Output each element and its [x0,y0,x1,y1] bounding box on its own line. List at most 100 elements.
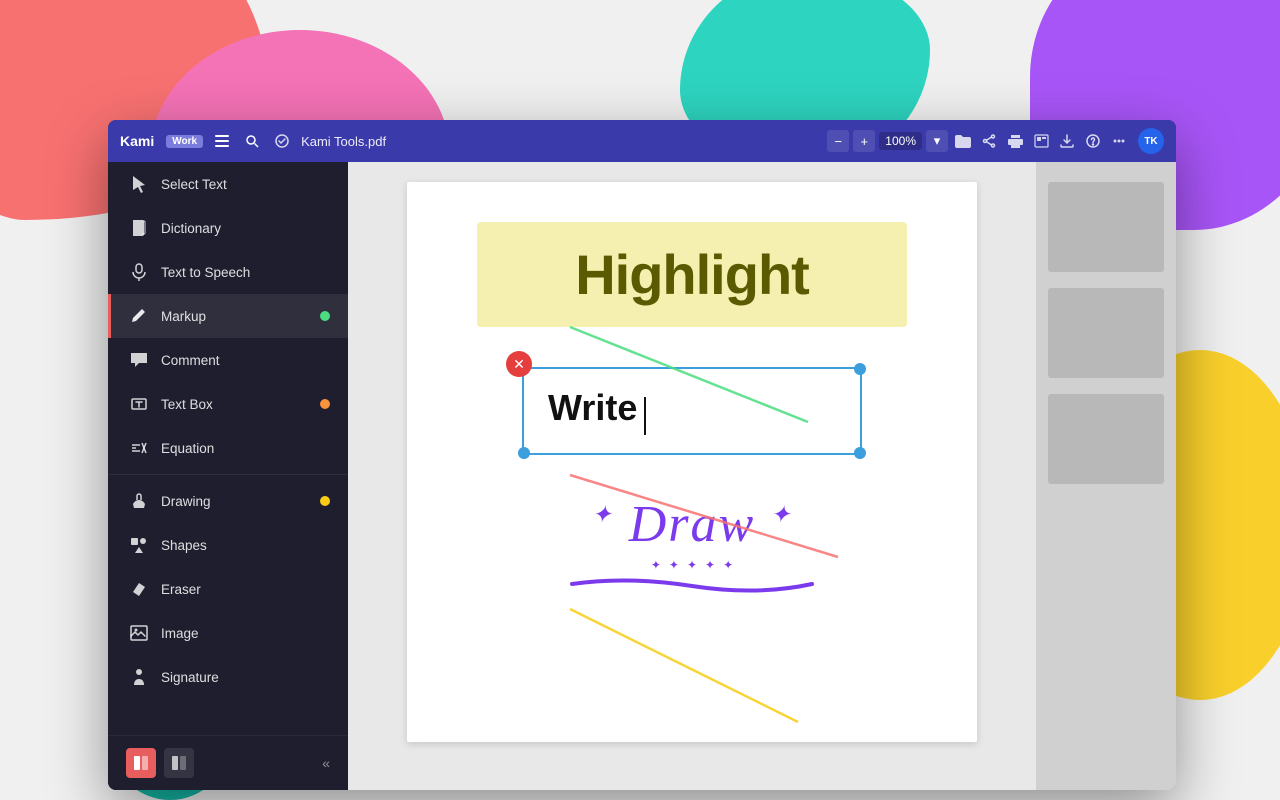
eraser-icon [129,579,149,599]
titlebar: Kami Work Kami Tools.pdf − + [108,120,1176,162]
sidebar-label-comment: Comment [161,353,220,368]
annotate-button[interactable] [1030,130,1052,152]
panel-toggle-1[interactable] [126,748,156,778]
share-button[interactable] [978,130,1000,152]
share-icon [982,134,996,148]
folder-button[interactable] [952,130,974,152]
app-window: Kami Work Kami Tools.pdf − + [108,120,1176,790]
print-icon [1008,134,1023,148]
sidebar-label-eraser: Eraser [161,582,201,597]
handle-top-right[interactable] [854,363,866,375]
textbox-icon [129,394,149,414]
close-icon: ✕ [513,356,525,373]
avatar: TK [1138,128,1164,154]
sidebar-item-signature[interactable]: Signature [108,655,348,699]
help-button[interactable] [1082,130,1104,152]
draw-dots: ✦ ✦ ✦ ✦ ✦ [651,558,733,572]
sidebar-item-drawing[interactable]: Drawing [108,479,348,523]
handle-bottom-left[interactable] [518,447,530,459]
thumbnail-2[interactable] [1048,288,1164,378]
verified-button[interactable] [271,130,293,152]
sidebar-label-image: Image [161,626,199,641]
equation-icon [129,438,149,458]
main-content: Highlight ✕ Write [348,162,1176,790]
help-icon [1086,134,1100,148]
print-button[interactable] [1004,130,1026,152]
zoom-in-button[interactable]: + [853,130,875,152]
sidebar-label-select-text: Select Text [161,177,227,192]
draw-text-content: Draw [629,496,755,553]
textbox-wrapper: ✕ Write [522,367,862,455]
sidebar-item-text-to-speech[interactable]: Text to Speech [108,250,348,294]
sidebar-label-dictionary: Dictionary [161,221,221,236]
sidebar-item-eraser[interactable]: Eraser [108,567,348,611]
markup-active-dot [320,311,330,321]
app-layout: Select Text Dictionary [108,162,1176,790]
download-button[interactable] [1056,130,1078,152]
textbox-editor[interactable]: Write [522,367,862,455]
folder-icon [955,135,971,148]
drawing-icon [129,491,149,511]
sidebar-item-comment[interactable]: Comment [108,338,348,382]
sparkle-right: ✦ [770,502,792,528]
drawing-active-dot [320,496,330,506]
panel2-icon [171,755,187,771]
zoom-controls: − + 100% ▾ [827,130,948,152]
thumbnail-3[interactable] [1048,394,1164,484]
search-icon [245,134,259,148]
sidebar-label-shapes: Shapes [161,538,207,553]
app-logo: Kami [120,133,154,149]
signature-icon [129,667,149,687]
sidebar-item-dictionary[interactable]: Dictionary [108,206,348,250]
pdf-page: Highlight ✕ Write [407,182,977,742]
image-icon [129,623,149,643]
mic-icon [129,262,149,282]
sidebar-label-signature: Signature [161,670,219,685]
pdf-area: Highlight ✕ Write [348,162,1036,790]
sidebar-item-shapes[interactable]: Shapes [108,523,348,567]
zoom-dropdown-button[interactable]: ▾ [926,130,948,152]
textbox-content: Write [548,387,637,428]
highlight-box: Highlight [477,222,907,327]
menu-button[interactable] [1108,130,1130,152]
draw-underline-svg [562,574,822,594]
menu-icon [1112,134,1126,148]
sidebar-divider [108,474,348,475]
sidebar-item-markup[interactable]: Markup [108,294,348,338]
collapse-sidebar-button[interactable]: « [322,755,330,771]
book-icon [129,218,149,238]
sidebar-label-equation: Equation [161,441,214,456]
cursor-icon [129,174,149,194]
sparkle-left: ✦ [592,502,614,528]
handle-bottom-right[interactable] [854,447,866,459]
annotate-icon [1034,134,1049,148]
textbox-close-button[interactable]: ✕ [506,351,532,377]
sidebar: Select Text Dictionary [108,162,348,790]
zoom-out-button[interactable]: − [827,130,849,152]
sidebar-label-text-to-speech: Text to Speech [161,265,250,280]
sidebar-label-markup: Markup [161,309,206,324]
sidebar-item-image[interactable]: Image [108,611,348,655]
markup-pen-icon [129,306,149,326]
highlight-text: Highlight [575,242,809,307]
sidebar-label-text-box: Text Box [161,397,213,412]
textbox-active-dot [320,399,330,409]
verified-icon [275,134,289,148]
thumbnail-1[interactable] [1048,182,1164,272]
sidebar-item-equation[interactable]: Equation [108,426,348,470]
thumbnail-panel [1036,162,1176,790]
sidebar-item-text-box[interactable]: Text Box [108,382,348,426]
draw-container: ✦ Draw ✦ ✦ ✦ ✦ ✦ ✦ [492,495,892,594]
zoom-value: 100% [879,132,922,150]
search-button[interactable] [241,130,263,152]
sidebar-toggle-button[interactable] [211,130,233,152]
panel-toggle-2[interactable] [164,748,194,778]
sidebar-item-select-text[interactable]: Select Text [108,162,348,206]
sidebar-bottom-controls: « [108,735,348,790]
shapes-icon [129,535,149,555]
download-icon [1060,134,1074,148]
titlebar-controls: − + 100% ▾ [827,128,1164,154]
filename-label: Kami Tools.pdf [301,134,819,149]
sidebar-toggle-icon [215,135,229,147]
work-badge: Work [166,135,203,148]
